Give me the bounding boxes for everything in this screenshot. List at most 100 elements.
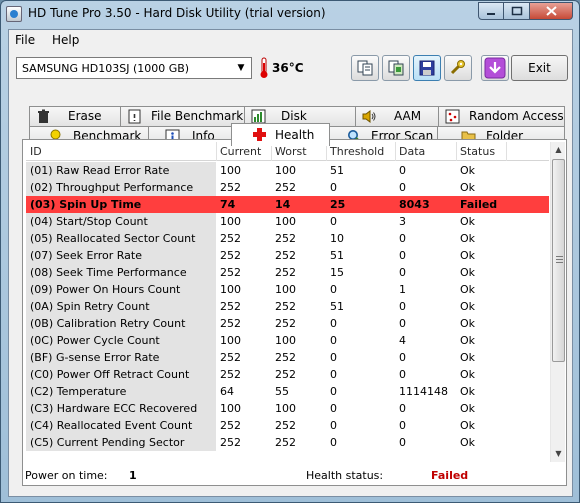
maximize-button[interactable]: [504, 2, 530, 20]
threshold-value-cell: 0: [330, 215, 337, 228]
menu-help[interactable]: Help: [52, 33, 79, 47]
table-row[interactable]: (07) Seek Error Rate 252 252 51 0 Ok: [26, 247, 549, 264]
status-cell: Ok: [460, 368, 476, 381]
threshold-value-cell: 51: [330, 164, 344, 177]
threshold-value-cell: 0: [330, 368, 337, 381]
worst-value-cell: 100: [275, 334, 296, 347]
attribute-id-cell: (C3) Hardware ECC Recovered: [30, 402, 198, 415]
menu-file-label: File: [15, 33, 36, 47]
drive-select[interactable]: SAMSUNG HD103SJ (1000 GB) ▼: [16, 57, 252, 79]
tab-file-benchmark-label: File Benchmark: [151, 109, 244, 123]
column-header-id[interactable]: ID: [30, 145, 42, 158]
menu-file[interactable]: File: [15, 33, 35, 47]
table-row[interactable]: (C4) Reallocated Event Count 252 252 0 0 Ok: [26, 417, 549, 434]
tab-strip: Erase File Benchmark Disk monitor AAM Ra…: [9, 92, 572, 162]
window-controls: [478, 2, 573, 20]
raw-data-cell: 0: [399, 402, 406, 415]
column-header-status[interactable]: Status: [460, 145, 495, 158]
raw-data-cell: 1114148: [399, 385, 448, 398]
current-value-cell: 252: [220, 317, 241, 330]
health-status-label: Health status:: [306, 469, 384, 482]
raw-data-cell: 0: [399, 419, 406, 432]
save-button[interactable]: [413, 55, 441, 81]
raw-data-cell: 1: [399, 283, 406, 296]
table-row[interactable]: (C2) Temperature 64 55 0 1114148 Ok: [26, 383, 549, 400]
current-value-cell: 252: [220, 249, 241, 262]
status-cell: Ok: [460, 385, 476, 398]
worst-value-cell: 252: [275, 419, 296, 432]
copy-text-button[interactable]: [351, 55, 379, 81]
tab-erase-label: Erase: [68, 109, 102, 123]
table-row[interactable]: (05) Reallocated Sector Count 252 252 10 0 Ok: [26, 230, 549, 247]
close-icon: [545, 6, 557, 16]
scroll-thumb[interactable]: [552, 159, 565, 362]
wrench-icon: [450, 60, 465, 75]
status-cell: Ok: [460, 317, 476, 330]
table-row[interactable]: (01) Raw Read Error Rate 100 100 51 0 Ok: [26, 162, 549, 179]
column-header-data[interactable]: Data: [399, 145, 425, 158]
attribute-id-cell: (01) Raw Read Error Rate: [30, 164, 170, 177]
attribute-id-cell: (07) Seek Error Rate: [30, 249, 142, 262]
status-cell: Ok: [460, 334, 476, 347]
random-access-icon: [445, 109, 460, 124]
table-row[interactable]: (04) Start/Stop Count 100 100 0 3 Ok: [26, 213, 549, 230]
scroll-down-button[interactable]: ▼: [551, 446, 566, 462]
worst-value-cell: 55: [275, 385, 289, 398]
download-button[interactable]: [481, 55, 509, 81]
threshold-value-cell: 0: [330, 317, 337, 330]
table-row[interactable]: (0A) Spin Retry Count 252 252 51 0 Ok: [26, 298, 549, 315]
raw-data-cell: 0: [399, 317, 406, 330]
exit-button[interactable]: Exit: [511, 55, 568, 81]
current-value-cell: 100: [220, 164, 241, 177]
worst-value-cell: 252: [275, 436, 296, 449]
column-header-threshold[interactable]: Threshold: [330, 145, 384, 158]
status-cell: Failed: [460, 198, 498, 211]
minimize-button[interactable]: [478, 2, 504, 20]
table-row[interactable]: (0B) Calibration Retry Count 252 252 0 0 Ok: [26, 315, 549, 332]
worst-value-cell: 252: [275, 300, 296, 313]
title-bar[interactable]: HD Tune Pro 3.50 - Hard Disk Utility (tr…: [1, 1, 579, 28]
status-bar: Power on time: 1 Health status: Failed: [23, 462, 566, 485]
tab-file-benchmark[interactable]: File Benchmark: [120, 106, 245, 126]
table-row[interactable]: (09) Power On Hours Count 100 100 0 1 Ok: [26, 281, 549, 298]
tab-health[interactable]: Health: [231, 123, 330, 146]
tab-aam[interactable]: AAM: [355, 106, 439, 126]
scroll-up-button[interactable]: ▲: [551, 142, 566, 158]
copy-screenshot-button[interactable]: [382, 55, 410, 81]
column-header-worst[interactable]: Worst: [275, 145, 307, 158]
current-value-cell: 252: [220, 368, 241, 381]
copy-screenshot-icon: [388, 60, 404, 76]
options-button[interactable]: [444, 55, 472, 81]
table-row[interactable]: (02) Throughput Performance 252 252 0 0 Ok: [26, 179, 549, 196]
chevron-down-icon[interactable]: ▼: [233, 60, 249, 76]
worst-value-cell: 100: [275, 283, 296, 296]
column-header-current[interactable]: Current: [220, 145, 261, 158]
raw-data-cell: 0: [399, 368, 406, 381]
attribute-id-cell: (C0) Power Off Retract Count: [30, 368, 190, 381]
raw-data-cell: 0: [399, 351, 406, 364]
client-area: File Help SAMSUNG HD103SJ (1000 GB) ▼ 36…: [8, 29, 573, 497]
table-row[interactable]: (C3) Hardware ECC Recovered 100 100 0 0 Ok: [26, 400, 549, 417]
vertical-scrollbar[interactable]: ▲ ▼: [550, 142, 565, 462]
close-button[interactable]: [530, 2, 573, 20]
threshold-value-cell: 0: [330, 436, 337, 449]
worst-value-cell: 100: [275, 402, 296, 415]
attribute-id-cell: (C2) Temperature: [30, 385, 127, 398]
table-row[interactable]: (C0) Power Off Retract Count 252 252 0 0 Ok: [26, 366, 549, 383]
status-cell: Ok: [460, 436, 476, 449]
raw-data-cell: 0: [399, 249, 406, 262]
threshold-value-cell: 25: [330, 198, 346, 211]
menu-help-label: Help: [52, 33, 80, 47]
table-row[interactable]: (C5) Current Pending Sector 252 252 0 0 Ok: [26, 434, 549, 451]
current-value-cell: 252: [220, 351, 241, 364]
tab-erase[interactable]: Erase: [29, 106, 121, 126]
tab-random-access[interactable]: Random Access: [438, 106, 565, 126]
attribute-id-cell: (08) Seek Time Performance: [30, 266, 187, 279]
table-row[interactable]: (0C) Power Cycle Count 100 100 0 4 Ok: [26, 332, 549, 349]
table-row-failed[interactable]: (03) Spin Up Time 74 14 25 8043 Failed: [26, 196, 549, 213]
power-on-value: 1: [129, 469, 137, 482]
attribute-id-cell: (BF) G-sense Error Rate: [30, 351, 160, 364]
table-row[interactable]: (08) Seek Time Performance 252 252 15 0 Ok: [26, 264, 549, 281]
table-row[interactable]: (BF) G-sense Error Rate 252 252 0 0 Ok: [26, 349, 549, 366]
worst-value-cell: 252: [275, 266, 296, 279]
